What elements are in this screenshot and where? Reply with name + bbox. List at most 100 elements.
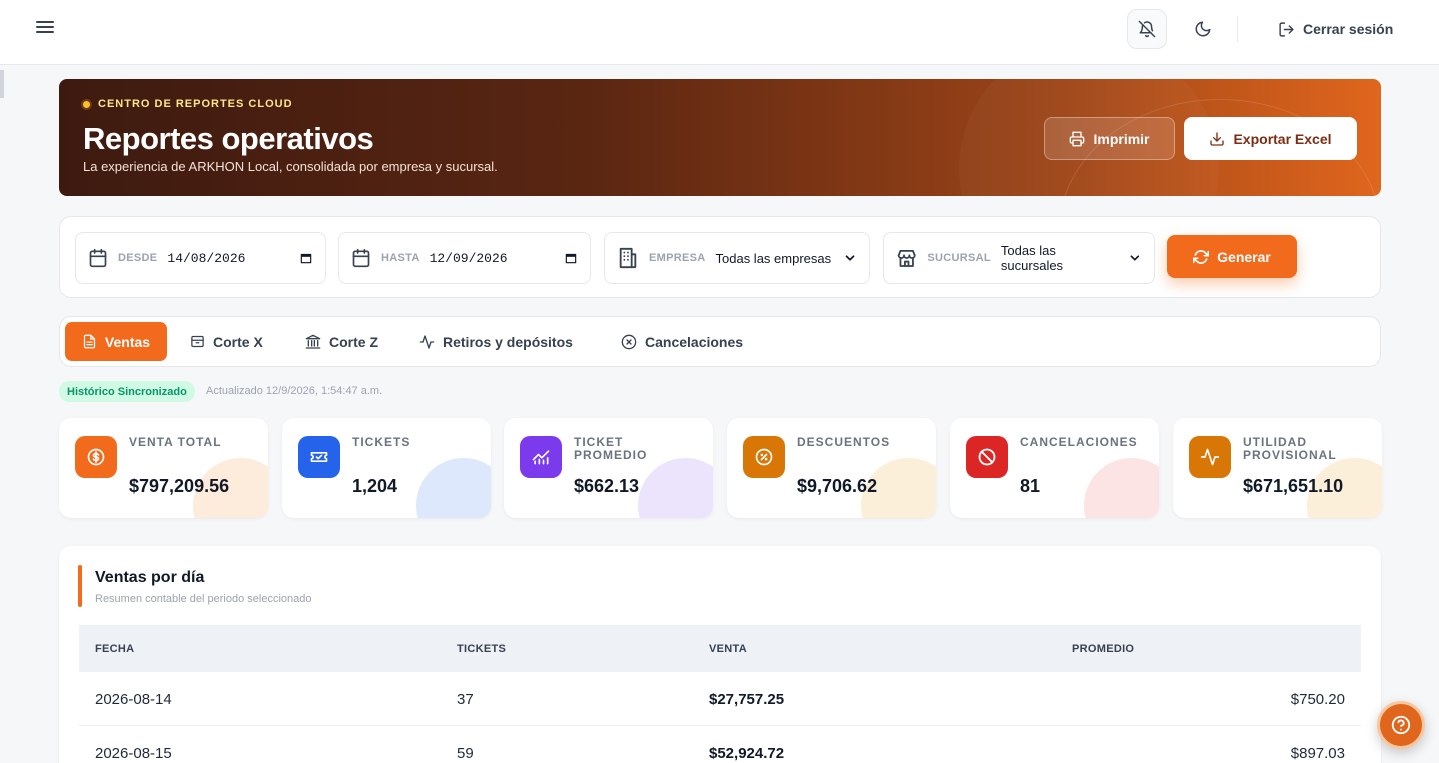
- date-from-value[interactable]: 14/08/2026: [167, 251, 245, 266]
- tab-retiros-depositos[interactable]: Retiros y depósitos: [407, 322, 585, 361]
- printer-icon: [1070, 131, 1085, 146]
- menu-icon[interactable]: [36, 18, 58, 40]
- company-select[interactable]: EMPRESA Todas las empresas: [604, 232, 870, 284]
- top-bar: Cerrar sesión: [0, 0, 1439, 65]
- generate-button[interactable]: Generar: [1167, 235, 1297, 278]
- branch-value[interactable]: Todas las sucursales: [1001, 243, 1118, 273]
- kpi-card-venta-total: VENTA TOTAL $797,209.56: [59, 418, 268, 518]
- table-header: FECHA TICKETS VENTA PROMEDIO: [79, 625, 1361, 672]
- column-header-promedio[interactable]: PROMEDIO: [1072, 643, 1134, 655]
- cell-venta: $52,924.72: [709, 745, 785, 762]
- chevron-down-icon[interactable]: [1128, 251, 1142, 265]
- kpi-decor: [1084, 458, 1159, 518]
- kpi-label: CANCELACIONES: [1020, 435, 1138, 449]
- kpi-label: UTILIDAD PROVISIONAL: [1243, 435, 1337, 462]
- kpi-decor: [638, 458, 713, 518]
- moon-icon: [1195, 21, 1211, 37]
- table-row: 2026-08-15 59 $52,924.72 $897.03: [79, 726, 1361, 763]
- topbar-divider: [1237, 16, 1238, 42]
- drawer-icon: [191, 335, 204, 348]
- section-title: Ventas por día: [95, 569, 205, 586]
- notifications-off-button[interactable]: [1127, 9, 1167, 49]
- cell-fecha: 2026-08-14: [95, 691, 172, 708]
- kpi-label: TICKETS: [352, 435, 411, 449]
- cell-promedio: $750.20: [1290, 691, 1345, 708]
- hero-banner: CENTRO DE REPORTES CLOUD Reportes operat…: [59, 79, 1381, 196]
- export-excel-button[interactable]: Exportar Excel: [1184, 117, 1357, 160]
- ban-icon: [978, 448, 996, 466]
- logout-icon: [1279, 21, 1294, 37]
- section-subtitle: Resumen contable del periodo seleccionad…: [95, 593, 312, 605]
- column-header-fecha[interactable]: FECHA: [95, 643, 134, 655]
- status-dot-icon: [81, 98, 92, 110]
- sync-status-badge: Histórico Sincronizado: [59, 381, 195, 402]
- kpi-value: $662.13: [574, 476, 640, 496]
- theme-toggle-button[interactable]: [1186, 12, 1220, 46]
- column-header-venta[interactable]: VENTA: [709, 643, 747, 655]
- kpi-icon-box: [298, 436, 340, 478]
- branch-label: SUCURSAL: [927, 252, 991, 264]
- kpi-value: 81: [1020, 476, 1041, 496]
- dollar-icon: [87, 448, 105, 466]
- filters-panel: DESDE 14/08/2026 HASTA 12/09/2026 EMPRES…: [59, 216, 1381, 298]
- kpi-value: $671,651.10: [1243, 476, 1344, 496]
- help-button[interactable]: [1377, 701, 1425, 749]
- kpi-value: $9,706.62: [797, 476, 878, 496]
- tab-label: Retiros y depósitos: [443, 333, 573, 350]
- page-subtitle: La experiencia de ARKHON Local, consolid…: [83, 159, 498, 174]
- logout-button[interactable]: Cerrar sesión: [1278, 18, 1393, 40]
- date-picker-icon[interactable]: [299, 251, 313, 265]
- kpi-icon-box: [743, 436, 785, 478]
- column-header-tickets[interactable]: TICKETS: [457, 643, 506, 655]
- kpi-icon-box: [520, 436, 562, 478]
- tab-cancelaciones[interactable]: Cancelaciones: [609, 322, 755, 361]
- bank-icon: [305, 334, 321, 349]
- x-circle-icon: [621, 334, 637, 349]
- kpi-card-descuentos: DESCUENTOS $9,706.62: [727, 418, 936, 518]
- store-icon: [897, 249, 916, 267]
- logout-label: Cerrar sesión: [1303, 21, 1394, 37]
- company-label: EMPRESA: [649, 252, 706, 264]
- tab-label: Corte Z: [329, 333, 378, 350]
- page-title: Reportes operativos: [83, 121, 374, 156]
- tab-corte-z[interactable]: Corte Z: [293, 322, 390, 361]
- kpi-icon-box: [75, 436, 117, 478]
- kpi-icon-box: [1189, 436, 1231, 478]
- sidebar-edge: [0, 70, 4, 98]
- print-label: Imprimir: [1093, 130, 1150, 147]
- refresh-icon: [1193, 249, 1210, 264]
- kpi-label: TICKET PROMEDIO: [574, 435, 648, 462]
- sales-by-day-card: Ventas por día Resumen contable del peri…: [59, 546, 1381, 763]
- tab-label: Cancelaciones: [645, 333, 744, 350]
- cell-tickets: 37: [457, 691, 474, 708]
- kpi-value: $797,209.56: [129, 476, 230, 496]
- table-row: 2026-08-14 37 $27,757.25 $750.20: [79, 672, 1361, 726]
- kpi-card-cancelaciones: CANCELACIONES 81: [950, 418, 1159, 518]
- chart-icon: [532, 450, 550, 465]
- date-to-field[interactable]: HASTA 12/09/2026: [338, 232, 591, 284]
- print-button[interactable]: Imprimir: [1044, 117, 1175, 160]
- kpi-card-utilidad-provisional: UTILIDAD PROVISIONAL $671,651.10: [1173, 418, 1382, 518]
- tab-label: Ventas: [104, 333, 151, 350]
- tab-corte-x[interactable]: Corte X: [178, 322, 275, 361]
- tab-ventas[interactable]: Ventas: [65, 322, 167, 361]
- kpi-card-tickets: TICKETS 1,204: [282, 418, 491, 518]
- ticket-icon: [310, 452, 328, 462]
- kpi-icon-box: [966, 436, 1008, 478]
- generate-label: Generar: [1217, 248, 1271, 265]
- chevron-down-icon[interactable]: [843, 251, 857, 265]
- tab-label: Corte X: [213, 333, 263, 350]
- company-value[interactable]: Todas las empresas: [716, 251, 832, 266]
- branch-select[interactable]: SUCURSAL Todas las sucursales: [883, 232, 1155, 284]
- cell-venta: $27,757.25: [709, 691, 785, 708]
- document-icon: [83, 334, 96, 349]
- date-picker-icon[interactable]: [564, 251, 578, 265]
- report-tabs: Ventas Corte X Corte Z Retiros y depósit…: [59, 316, 1381, 367]
- calendar-icon: [352, 248, 370, 268]
- calendar-icon: [89, 248, 107, 268]
- date-from-field[interactable]: DESDE 14/08/2026: [75, 232, 326, 284]
- cell-fecha: 2026-08-15: [95, 745, 172, 762]
- kpi-value: 1,204: [352, 476, 398, 496]
- date-to-value[interactable]: 12/09/2026: [430, 251, 508, 266]
- export-label: Exportar Excel: [1233, 130, 1332, 147]
